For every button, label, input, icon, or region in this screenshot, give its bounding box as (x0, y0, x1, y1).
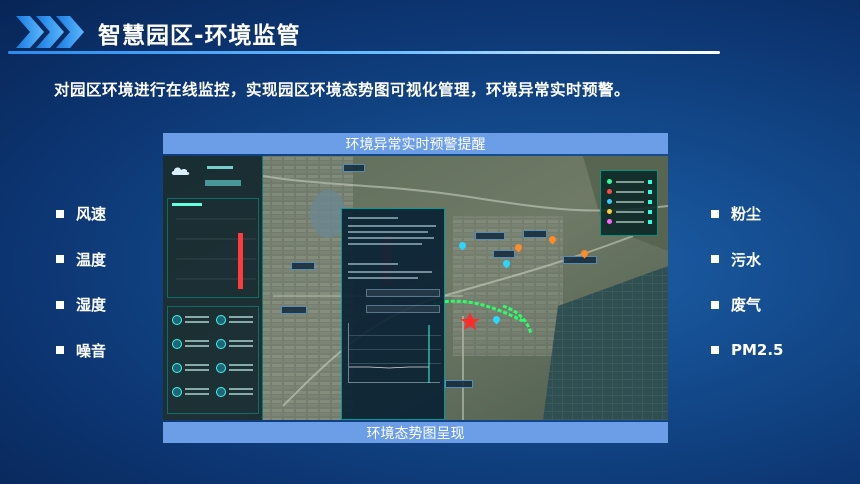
list-item-label: 污水 (731, 250, 762, 269)
list-item-label: 粉尘 (731, 205, 762, 224)
list-item-label: 温度 (76, 250, 107, 269)
list-item: 粉尘 (711, 191, 784, 237)
weather-readout-bar (207, 166, 233, 169)
layer-legend-panel (600, 170, 658, 236)
stat-cell (172, 361, 210, 379)
triple-chevron-right-icon (16, 16, 84, 48)
list-item: 废气 (711, 282, 784, 328)
square-bullet-icon (711, 346, 719, 355)
trend-chart-graphic (172, 203, 256, 289)
weather-temp-readout (205, 180, 241, 186)
list-item-label: 湿度 (76, 296, 107, 315)
stat-cell (216, 313, 254, 331)
page-title: 智慧园区-环境监管 (98, 23, 301, 49)
stat-cell (216, 361, 254, 379)
stat-cell (172, 385, 210, 403)
list-item: 风速 (56, 191, 106, 237)
stat-cell (216, 385, 254, 403)
list-item-label: 废气 (731, 296, 762, 315)
alert-popup-window (341, 208, 445, 420)
square-bullet-icon (56, 346, 64, 355)
sensor-stats-panel (167, 306, 259, 414)
square-bullet-icon (711, 209, 719, 218)
monitor-side-panel (163, 156, 263, 420)
square-bullet-icon (56, 209, 64, 218)
list-item: 污水 (711, 237, 784, 283)
time-range-field (366, 289, 440, 297)
weather-widget (169, 160, 259, 194)
trend-chart-panel (167, 198, 259, 298)
list-item: 噪音 (56, 328, 106, 374)
square-bullet-icon (56, 255, 64, 264)
stat-cell (172, 313, 210, 331)
monitor-item-select (366, 305, 440, 313)
right-metric-list: 粉尘 污水 废气 PM2.5 (711, 191, 784, 373)
alert-caption-band: 环境异常实时预警提醒 (163, 133, 668, 154)
list-item-label: PM2.5 (731, 341, 784, 360)
list-item: PM2.5 (711, 328, 784, 374)
dashboard-screenshot (163, 156, 668, 420)
square-bullet-icon (711, 255, 719, 264)
stat-cell (216, 337, 254, 355)
popup-trend-plot (348, 323, 441, 383)
square-bullet-icon (56, 300, 64, 309)
list-item-label: 风速 (76, 205, 107, 224)
left-metric-list: 风速 温度 湿度 噪音 (56, 191, 106, 373)
title-underline (8, 51, 720, 54)
stat-cell (172, 337, 210, 355)
page-subtitle: 对园区环境进行在线监控，实现园区环境态势图可视化管理，环境异常实时预警。 (54, 81, 631, 99)
situation-caption-band: 环境态势图呈现 (163, 422, 668, 443)
square-bullet-icon (711, 300, 719, 309)
list-item-label: 噪音 (76, 341, 107, 360)
cloud-icon (171, 167, 190, 175)
list-item: 湿度 (56, 282, 106, 328)
list-item: 温度 (56, 237, 106, 283)
